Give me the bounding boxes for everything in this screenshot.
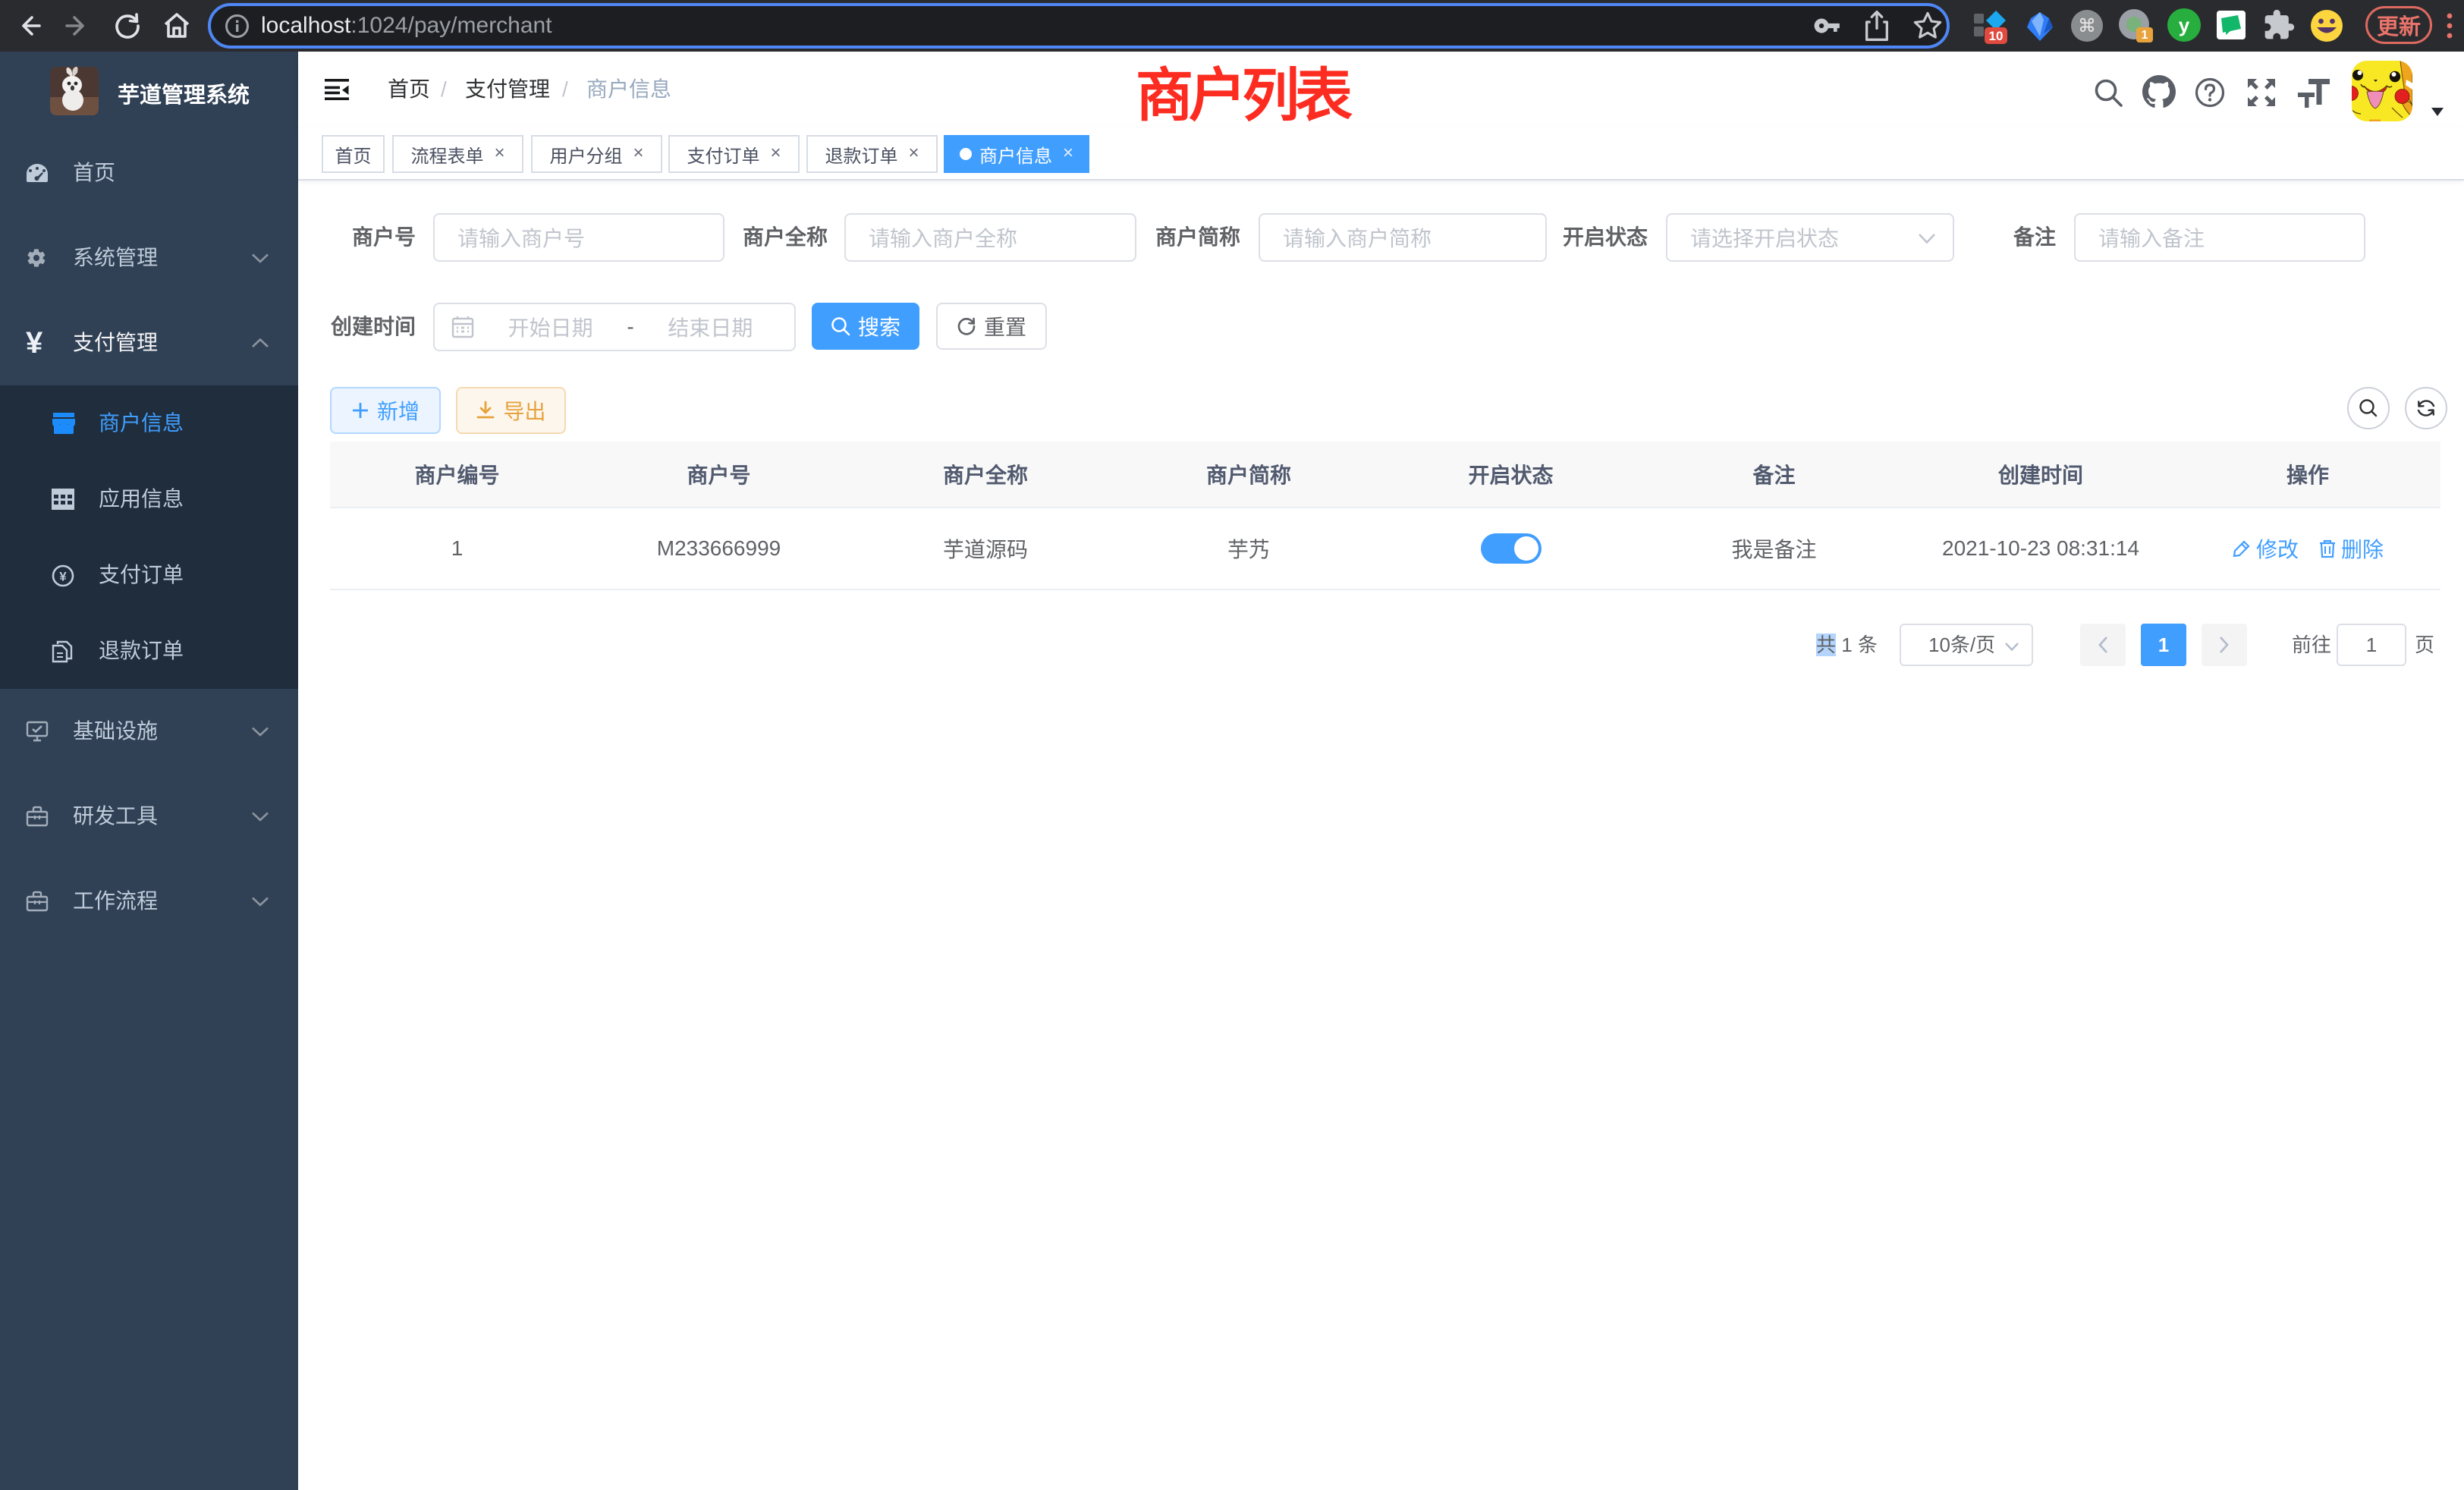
svg-text:1: 1 [2142, 29, 2148, 42]
svg-text:y: y [2179, 14, 2190, 36]
svg-text:¥: ¥ [59, 570, 67, 584]
svg-text:⌘: ⌘ [2078, 16, 2096, 36]
svg-text:10: 10 [1989, 29, 2004, 43]
